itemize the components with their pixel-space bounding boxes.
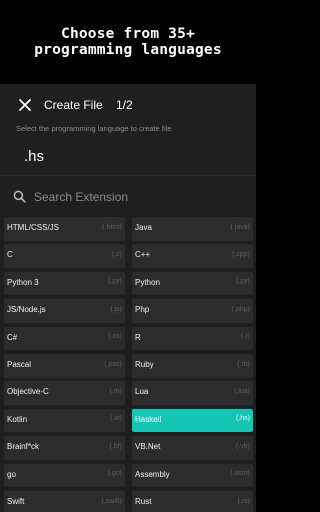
- language-option-go[interactable]: go (.go): [4, 463, 125, 488]
- language-option-python[interactable]: Python (.py): [132, 271, 253, 296]
- language-name: Brainf*ck: [7, 442, 40, 452]
- language-option-python-3[interactable]: Python 3 (.py): [4, 271, 125, 296]
- language-extension: (.pas): [104, 360, 122, 368]
- language-name: Rust: [135, 497, 152, 506]
- language-name: C: [7, 250, 13, 260]
- language-name: VB.Net: [135, 442, 161, 452]
- language-option-haskell[interactable]: Haskell (.hs): [132, 408, 253, 433]
- banner-headline-line2: programming languages: [34, 42, 222, 58]
- language-option-rust[interactable]: Rust (.rs): [132, 491, 253, 512]
- language-name: Lua: [135, 387, 149, 397]
- search-bar: [0, 184, 256, 210]
- language-name: C#: [7, 332, 18, 342]
- language-extension: (.html): [102, 223, 122, 231]
- language-option-java[interactable]: Java (.java): [132, 217, 253, 241]
- language-name: Haskell: [135, 414, 162, 424]
- language-option-c[interactable]: C# (.cs): [4, 326, 125, 351]
- language-option-php[interactable]: Php (.php): [132, 299, 253, 323]
- language-extension: (.lua): [234, 387, 250, 395]
- create-file-screen: Create File 1/2 Select the programming l…: [0, 84, 256, 512]
- language-option-pascal[interactable]: Pascal (.pas): [4, 354, 125, 378]
- language-name: Pascal: [7, 360, 32, 369]
- language-extension: (.c): [111, 250, 122, 258]
- language-extension: (.rs): [237, 497, 250, 505]
- language-name: HTML/CSS/JS: [7, 223, 60, 232]
- language-extension: (.hs): [236, 415, 250, 423]
- language-extension: (.asm): [230, 470, 250, 478]
- language-extension: (.swift): [101, 497, 122, 505]
- language-option-assembly[interactable]: Assembly (.asm): [132, 463, 253, 488]
- language-extension: (.vb): [236, 442, 250, 450]
- language-option-brainf-ck[interactable]: Brainf*ck (.bf): [4, 436, 125, 460]
- close-icon: [19, 98, 31, 116]
- language-extension: (.cpp): [232, 250, 250, 258]
- language-extension: (.rb): [237, 360, 250, 368]
- language-name: Java: [135, 223, 152, 232]
- language-option-swift[interactable]: Swift (.swift): [4, 491, 125, 512]
- search-icon: [13, 190, 27, 204]
- top-bar: Create File 1/2: [0, 84, 256, 128]
- language-option-objective-c[interactable]: Objective-C (.m): [4, 381, 125, 405]
- language-extension: (.m): [109, 387, 122, 395]
- language-extension: (.kt): [109, 415, 122, 423]
- language-option-r[interactable]: R (.r): [132, 326, 253, 351]
- language-name: R: [135, 332, 141, 342]
- language-name: Objective-C: [7, 387, 49, 397]
- language-option-vb-net[interactable]: VB.Net (.vb): [132, 436, 253, 460]
- step-indicator: 1/2: [116, 98, 133, 112]
- promo-banner: Choose from 35+ programming languages: [0, 0, 256, 84]
- search-input[interactable]: [34, 187, 234, 207]
- language-name: Kotlin: [7, 414, 28, 424]
- language-extension: (.py): [236, 278, 250, 286]
- selected-extension: .hs: [24, 148, 45, 165]
- language-extension: (.js): [110, 305, 122, 313]
- language-name: go: [7, 469, 16, 479]
- language-name: Swift: [7, 497, 25, 506]
- language-extension: (.r): [241, 333, 250, 341]
- language-option-js-node-js[interactable]: JS/Node.js (.js): [4, 299, 125, 323]
- page-title: Create File: [44, 98, 103, 112]
- language-option-c[interactable]: C++ (.cpp): [132, 244, 253, 268]
- language-extension: (.php): [231, 305, 250, 313]
- close-button[interactable]: [14, 96, 36, 118]
- language-name: Assembly: [135, 469, 170, 479]
- language-option-ruby[interactable]: Ruby (.rb): [132, 354, 253, 378]
- language-extension: (.py): [108, 278, 122, 286]
- language-name: Python: [135, 277, 160, 287]
- language-name: C++: [135, 250, 151, 260]
- language-name: JS/Node.js: [7, 305, 46, 315]
- language-extension: (.bf): [109, 442, 122, 450]
- language-extension: (.cs): [108, 333, 122, 341]
- banner-headline-line1: Choose from 35+: [61, 26, 195, 42]
- language-name: Php: [135, 305, 150, 315]
- instruction-text: Select the programming language to creat…: [16, 124, 172, 133]
- divider: [0, 175, 256, 176]
- language-extension: (.java): [230, 223, 250, 231]
- language-option-c[interactable]: C (.c): [4, 244, 125, 268]
- language-name: Ruby: [135, 360, 154, 369]
- language-name: Python 3: [7, 277, 39, 287]
- language-option-kotlin[interactable]: Kotlin (.kt): [4, 408, 125, 433]
- language-option-html-css-js[interactable]: HTML/CSS/JS (.html): [4, 217, 125, 241]
- language-option-lua[interactable]: Lua (.lua): [132, 381, 253, 405]
- language-extension: (.go): [107, 470, 122, 478]
